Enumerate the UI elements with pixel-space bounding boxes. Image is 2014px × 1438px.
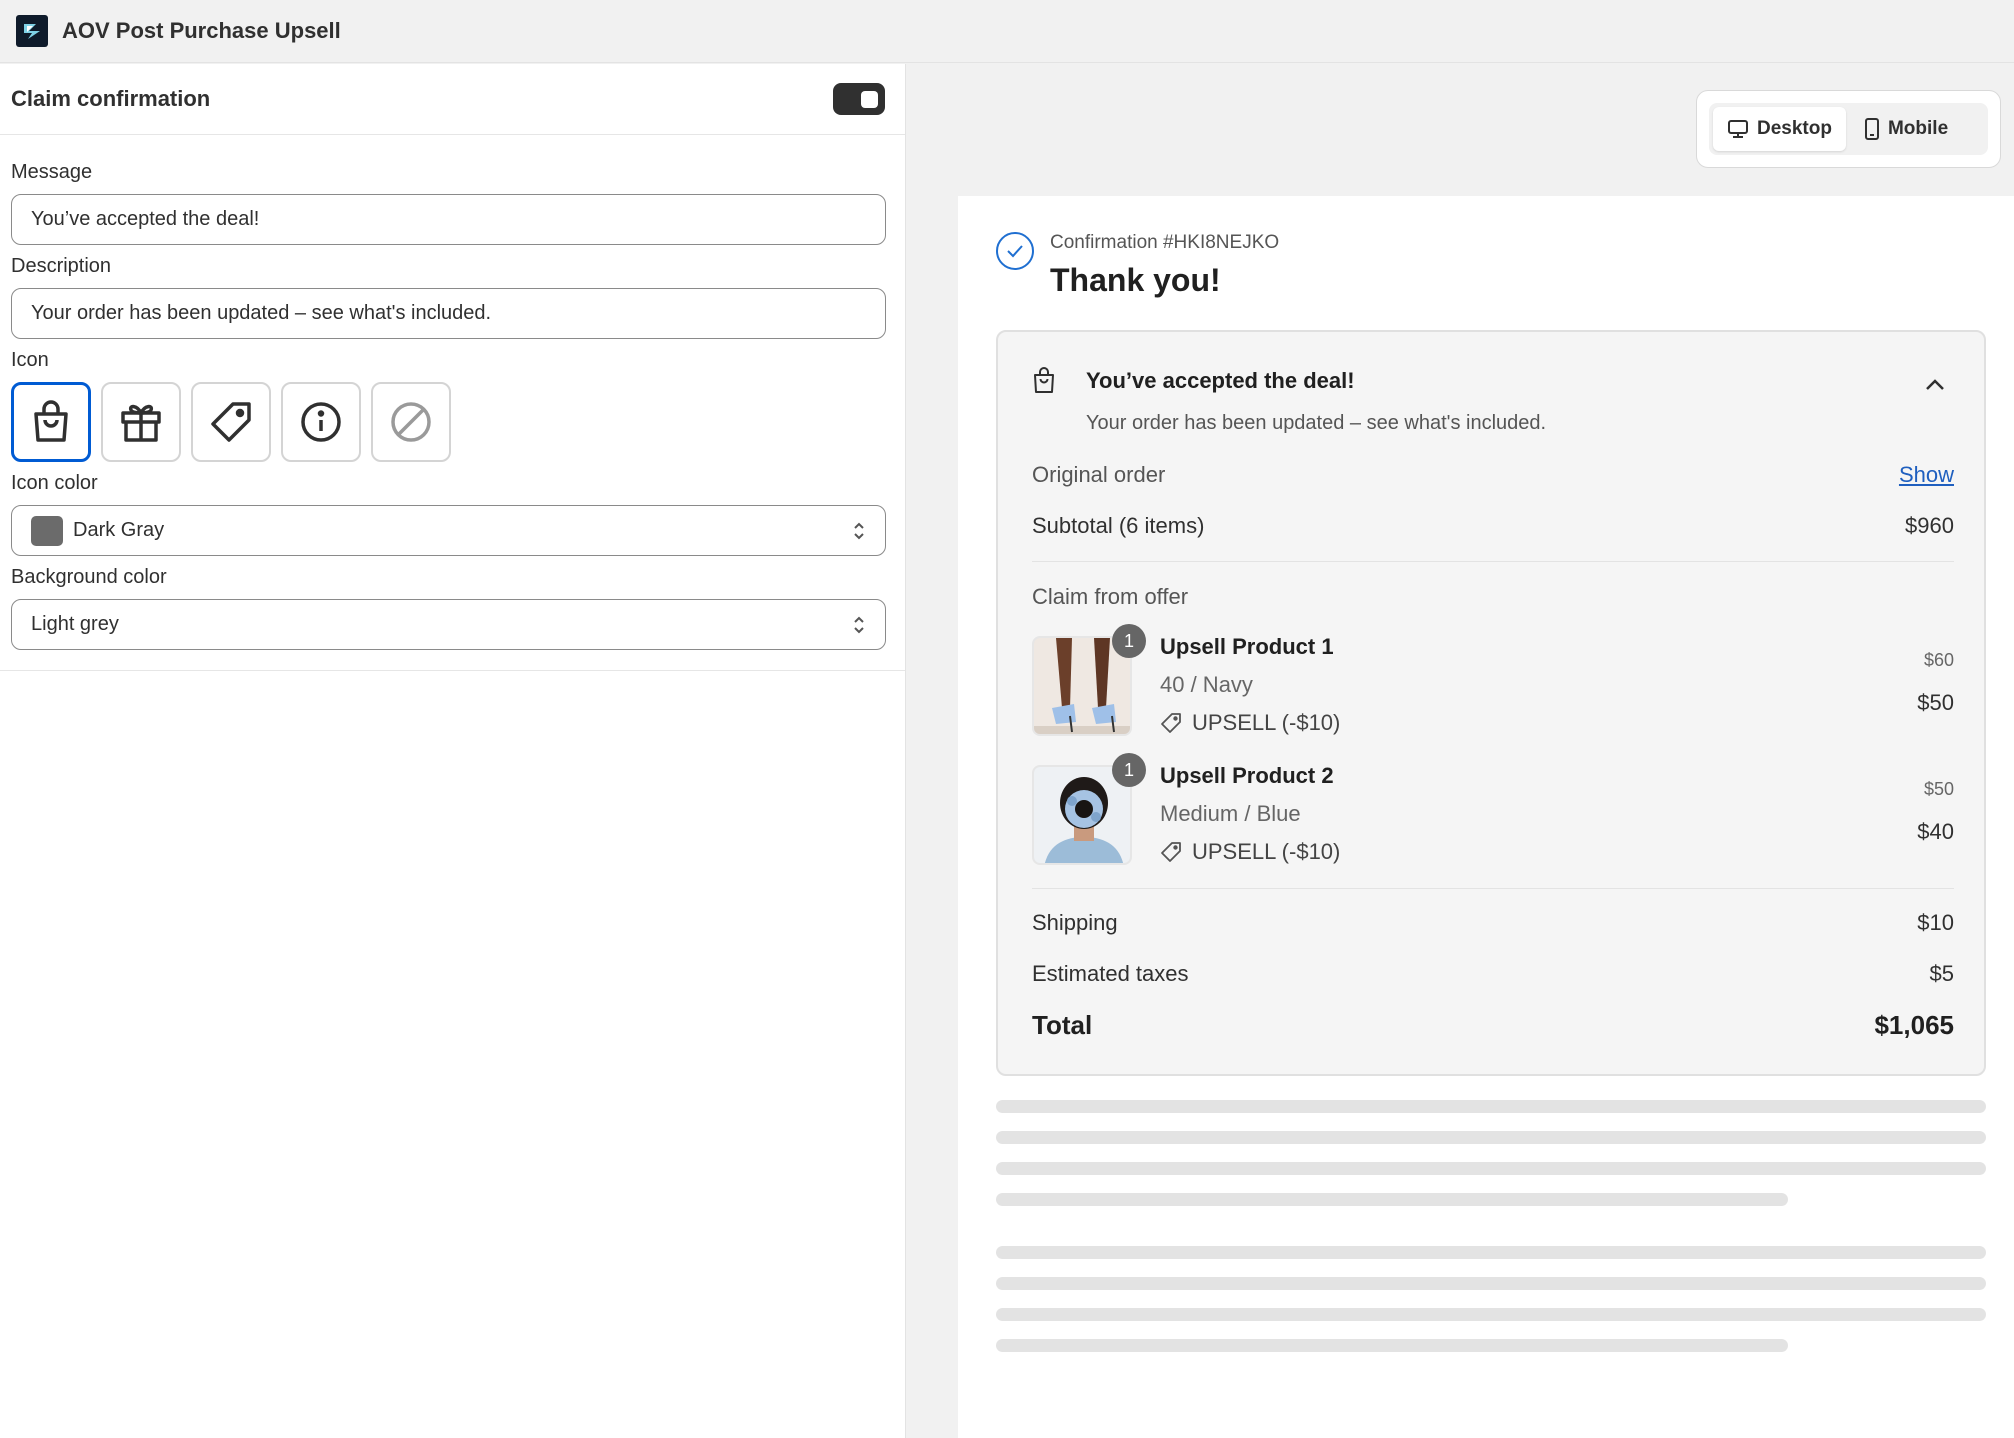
info-icon [301, 402, 341, 442]
description-input[interactable]: Your order has been updated – see what's… [11, 288, 886, 339]
icon-option-gift[interactable] [101, 382, 181, 462]
thank-you-heading: Thank you! [1050, 262, 1221, 298]
deal-title: You’ve accepted the deal! [1086, 368, 1355, 393]
section-header: Claim confirmation [0, 64, 905, 135]
skeleton-line [996, 1246, 1986, 1259]
deal-description: Your order has been updated – see what's… [1086, 412, 1547, 434]
app-title: AOV Post Purchase Upsell [62, 18, 341, 43]
skeleton-line [996, 1100, 1986, 1113]
discount-code: UPSELL (-$10) [1192, 710, 1341, 735]
product-row: 1 Upsell Product 2 Medium / Blue UPSELL … [1032, 753, 1954, 869]
skeleton-line [996, 1162, 1986, 1175]
deal-banner: You’ve accepted the deal! [1032, 366, 1954, 394]
gift-icon [121, 404, 161, 442]
background-color-select[interactable]: Light grey [11, 599, 886, 650]
mobile-icon [1864, 118, 1879, 140]
toggle-knob [861, 91, 878, 108]
skeleton-line [996, 1277, 1986, 1290]
show-link[interactable]: Show [1899, 462, 1954, 488]
total-label: Total [1032, 1010, 1093, 1040]
product-row: 1 Upsell Product 1 40 / Navy UPSELL (-$1… [1032, 624, 1954, 740]
shipping-value: $10 [1917, 910, 1954, 935]
original-order-row: Original order Show [1032, 462, 1954, 488]
settings-panel: Claim confirmation Message You’ve accept… [0, 64, 906, 1438]
mobile-label: Mobile [1887, 118, 1949, 139]
order-card: You’ve accepted the deal! Your order has… [996, 330, 1986, 1076]
taxes-row: Estimated taxes $5 [1032, 961, 1954, 987]
skeleton-line [996, 1193, 1788, 1206]
icon-option-none[interactable] [371, 382, 451, 462]
discounted-price: $40 [1917, 819, 1954, 844]
description-label: Description [11, 255, 112, 277]
icon-option-bag[interactable] [11, 382, 91, 462]
icon-label: Icon [11, 349, 49, 371]
message-value: You’ve accepted the deal! [31, 208, 260, 230]
icon-picker [11, 382, 885, 462]
icon-option-info[interactable] [281, 382, 361, 462]
discount-code: UPSELL (-$10) [1192, 839, 1341, 864]
shipping-label: Shipping [1032, 910, 1118, 935]
discount-line: UPSELL (-$10) [1160, 710, 1340, 736]
none-icon [391, 402, 431, 442]
subtotal-label: Subtotal (6 items) [1032, 513, 1205, 538]
background-color-value: Light grey [31, 613, 119, 635]
icon-color-select[interactable]: Dark Gray [11, 505, 886, 556]
divider [1032, 888, 1954, 889]
total-value: $1,065 [1874, 1010, 1954, 1040]
discounted-price: $50 [1917, 690, 1954, 715]
message-input[interactable]: You’ve accepted the deal! [11, 194, 886, 245]
enable-toggle[interactable] [833, 83, 885, 115]
tag-icon [1161, 842, 1181, 862]
message-label: Message [11, 161, 93, 183]
original-order-label: Original order [1032, 462, 1166, 487]
section-title: Claim confirmation [11, 86, 211, 111]
app-header: AOV Post Purchase Upsell [0, 0, 2014, 63]
product-variant: 40 / Navy [1160, 672, 1253, 697]
taxes-label: Estimated taxes [1032, 961, 1189, 986]
product-name: Upsell Product 1 [1160, 634, 1334, 659]
desktop-view-button[interactable]: Desktop [1713, 107, 1846, 151]
original-price: $50 [1923, 779, 1954, 799]
divider [1032, 561, 1954, 562]
skeleton-line [996, 1308, 1986, 1321]
app-logo [16, 15, 48, 47]
check-circle-icon [996, 232, 1034, 270]
quantity-badge: 1 [1112, 624, 1146, 658]
desktop-label: Desktop [1757, 118, 1832, 139]
total-row: Total $1,065 [1032, 1010, 1954, 1041]
icon-color-value: Dark Gray [73, 519, 165, 541]
subtotal-value: $960 [1905, 513, 1954, 538]
skeleton-line [996, 1131, 1986, 1144]
taxes-value: $5 [1929, 961, 1954, 986]
desktop-icon [1728, 120, 1748, 138]
select-arrows-icon [854, 616, 864, 633]
tag-icon [1161, 713, 1181, 733]
claim-label: Claim from offer [1032, 584, 1189, 609]
product-name: Upsell Product 2 [1160, 763, 1334, 788]
tag-icon [211, 402, 251, 442]
quantity-badge: 1 [1112, 753, 1146, 787]
confirmation-header: Confirmation #HKI8NEJKO Thank you! [996, 232, 1279, 299]
icon-option-tag[interactable] [191, 382, 271, 462]
bag-icon [1034, 367, 1054, 393]
subtotal-row: Subtotal (6 items) $960 [1032, 513, 1954, 539]
shipping-row: Shipping $10 [1032, 910, 1954, 936]
original-price: $60 [1923, 650, 1954, 670]
icon-color-label: Icon color [11, 472, 98, 494]
bag-icon [34, 400, 68, 442]
discount-line: UPSELL (-$10) [1160, 839, 1340, 865]
mobile-view-button[interactable]: Mobile [1850, 107, 1962, 151]
description-value: Your order has been updated – see what's… [31, 302, 492, 324]
preview-canvas: Confirmation #HKI8NEJKO Thank you! You’v… [958, 196, 2014, 1438]
select-arrows-icon [854, 522, 864, 539]
collapse-chevron-icon[interactable] [1924, 378, 1946, 397]
product-variant: Medium / Blue [1160, 801, 1301, 826]
confirmation-number: Confirmation #HKI8NEJKO [1050, 232, 1280, 253]
settings-form: Message You’ve accepted the deal! Descri… [0, 135, 905, 671]
color-swatch [31, 515, 63, 546]
background-color-label: Background color [11, 566, 167, 588]
view-toggle: Desktop Mobile [1696, 90, 2001, 168]
skeleton-line [996, 1339, 1788, 1352]
